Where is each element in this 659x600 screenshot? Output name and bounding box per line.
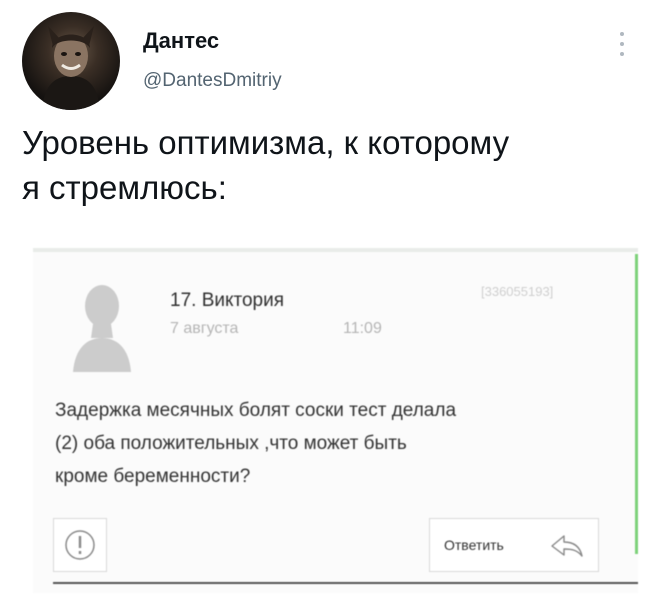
question-line: кроме беременности?: [55, 466, 251, 487]
tweet-text: Уровень оптимизма, к которому я стремлюс…: [22, 120, 652, 210]
embedded-screenshot[interactable]: 17. Виктория 7 августа 11:09 [336055193]…: [33, 248, 638, 593]
complain-button[interactable]: [53, 518, 107, 572]
message-id: [336055193]: [481, 284, 554, 299]
bottom-divider: [53, 582, 638, 584]
reply-arrow-icon: [551, 535, 583, 557]
accent-border: [635, 254, 638, 554]
avatar-photo: [42, 26, 100, 110]
exclamation-circle-icon: [65, 530, 95, 560]
question-line: (2) оба положительных ,что может быть: [55, 433, 407, 454]
default-user-icon: [73, 285, 131, 372]
tweet-text-line: Уровень оптимизма, к которому: [22, 124, 510, 161]
avatar[interactable]: [22, 12, 120, 110]
question-text: Задержка месячных болят соски тест делал…: [55, 394, 615, 493]
post-time: 11:09: [343, 320, 382, 337]
reply-button[interactable]: Ответить: [429, 518, 599, 572]
tweet-text-line: я стремлюсь:: [22, 169, 227, 206]
frame-top-border: [33, 248, 638, 252]
post-author: 17. Виктория: [170, 290, 285, 311]
reply-label: Ответить: [444, 537, 504, 553]
display-name[interactable]: Дантес: [143, 28, 219, 54]
question-line: Задержка месячных болят соски тест делал…: [55, 400, 457, 421]
user-handle[interactable]: @DantesDmitriy: [143, 70, 282, 92]
post-date: 7 августа: [170, 320, 239, 337]
vertical-dots-icon[interactable]: [618, 30, 626, 58]
